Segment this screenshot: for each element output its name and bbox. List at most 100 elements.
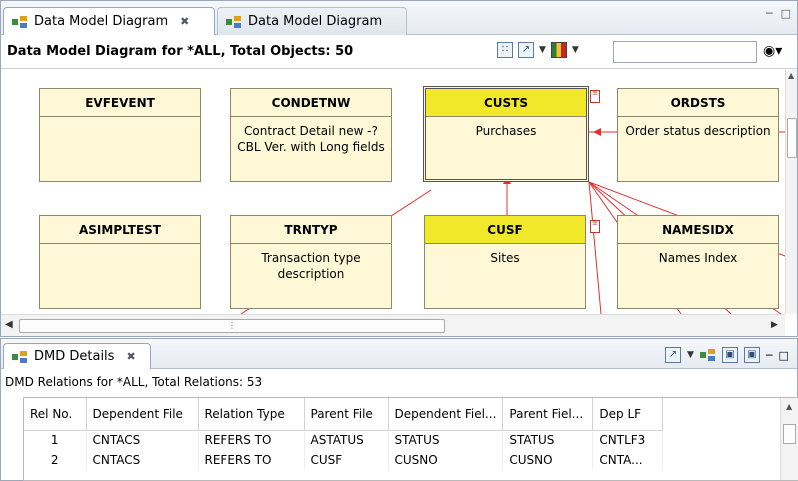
tab-label: DMD Details [34,349,115,364]
entity-name: EVFEVENT [40,89,200,117]
diagram-vertical-scrollbar[interactable]: ▲ [785,70,797,314]
entity-name: CUSTS [426,89,586,117]
entity-name: CONDETNW [231,89,391,117]
scroll-up-icon[interactable]: ▲ [786,402,792,411]
column-header[interactable]: Relation Type [198,398,305,431]
scrollbar-thumb[interactable] [787,118,797,158]
chevron-down-icon[interactable]: ▼ [572,45,579,55]
color-legend-icon[interactable] [550,42,567,58]
entity-description: Names Index [658,251,738,265]
scrollbar-thumb[interactable] [783,424,796,444]
data-model-diagram-icon [226,15,242,28]
entity-description [40,244,200,256]
minimize-icon[interactable]: ─ [766,7,773,20]
scroll-left-icon[interactable]: ◀ [5,319,13,330]
table-cell: ASTATUS [304,430,389,450]
window-buttons: ─ □ [766,7,791,20]
diagram-editor-view: Data Model Diagram ✖ Data Model Diagram … [0,0,798,337]
entity-name: CUSF [425,216,585,244]
table-cell: REFERS TO [198,450,305,470]
entity-cusf[interactable]: CUSF Sites [424,215,586,309]
save-icon[interactable]: ▣ [721,347,738,363]
diagram-header: Data Model Diagram for *ALL, Total Objec… [1,35,797,69]
entity-name: TRNTYP [231,216,391,244]
binoculars-icon[interactable]: ◉▾ [763,43,782,59]
column-header[interactable]: Parent Fiel... [502,398,594,431]
table-cell: STATUS [502,430,594,450]
document-icon[interactable]: ≡ [590,90,600,103]
layout-icon[interactable]: ∷ [497,42,513,58]
tab-dmd-details[interactable]: DMD Details ✖ [3,343,151,369]
entity-description: Contract Detail new -? CBL Ver. with Lon… [237,124,385,154]
details-toolbar: ↗ ▼ ▣ ▣ ─ □ [665,347,789,363]
tab-data-model-diagram-2[interactable]: Data Model Diagram [217,7,407,35]
entity-trntyp[interactable]: TRNTYP Transaction type description [230,215,392,309]
entity-ordsts[interactable]: ORDSTS Order status description [617,88,779,182]
column-header[interactable]: Dependent Fiel... [388,398,504,431]
entity-asimpltest[interactable]: ASIMPLTEST [39,215,201,309]
data-model-diagram-icon[interactable] [699,349,716,361]
table-cell: 2 [24,450,87,470]
scrollbar-thumb[interactable]: ⋮ [19,319,445,333]
tab-label: Data Model Diagram [34,14,169,29]
scroll-right-icon[interactable]: ▶ [771,320,778,330]
details-title: DMD Relations for *ALL, Total Relations:… [5,375,263,389]
table-cell: CNTACS [86,450,199,470]
entity-description [40,117,200,129]
table-cell: CUSF [304,450,389,470]
diagram-horizontal-scrollbar[interactable]: ◀ ⋮ ▶ [1,314,785,336]
table-row[interactable]: 1 CNTACS REFERS TO ASTATUS STATUS STATUS… [24,430,664,450]
entity-custs[interactable]: CUSTS Purchases [423,86,589,182]
table-cell: 1 [24,430,87,450]
entity-evfevent[interactable]: EVFEVENT [39,88,201,182]
details-tabbar: DMD Details ✖ ↗ ▼ ▣ ▣ ─ □ [1,339,797,369]
data-model-diagram-icon [12,15,28,28]
scroll-up-icon[interactable]: ▲ [788,71,794,80]
table-row[interactable]: 2 CNTACS REFERS TO CUSF CUSNO CUSNO CNTA… [24,450,664,470]
table-cell: CNTLF3 [592,430,664,450]
table-cell: CNTACS [86,430,199,450]
entity-name: NAMESIDX [618,216,778,244]
entity-condetnw[interactable]: CONDETNW Contract Detail new -? CBL Ver.… [230,88,392,182]
chevron-down-icon[interactable]: ▼ [539,45,546,55]
table-cell: STATUS [388,430,504,450]
table-cell: CNTA... [592,450,664,470]
entity-name: ORDSTS [618,89,778,117]
zoom-icon[interactable]: ↗ [665,347,681,363]
minimize-icon[interactable]: ─ [766,349,773,362]
entity-namesidx[interactable]: NAMESIDX Names Index [617,215,779,309]
column-header[interactable]: Dependent File [86,398,199,431]
table-cell: REFERS TO [198,430,305,450]
diagram-toolbar: ∷ ↗ ▼ ▼ [497,42,579,58]
entity-description: Purchases [475,124,537,138]
maximize-icon[interactable]: □ [779,349,789,362]
relation-line [588,181,602,314]
table-header-row: Rel No. Dependent File Relation Type Par… [24,398,664,431]
entity-description: Transaction type description [261,251,361,281]
close-icon[interactable]: ✖ [180,15,189,28]
table-cell: CUSNO [388,450,504,470]
close-icon[interactable]: ✖ [126,350,135,363]
relation-arrowhead [593,128,601,136]
zoom-icon[interactable]: ↗ [518,42,534,58]
search-input[interactable] [613,41,757,63]
document-icon[interactable]: ≡ [590,220,600,233]
entity-description: Order status description [625,124,771,138]
tab-data-model-diagram-1[interactable]: Data Model Diagram ✖ [3,7,215,35]
dmd-details-view: DMD Details ✖ ↗ ▼ ▣ ▣ ─ □ DMD Relations … [0,338,798,481]
tab-label: Data Model Diagram [248,14,383,29]
column-header[interactable]: Parent File [304,398,389,431]
diagram-canvas[interactable]: EVFEVENT CONDETNW Contract Detail new -?… [1,70,785,314]
relations-table: Rel No. Dependent File Relation Type Par… [23,397,798,481]
chevron-down-icon[interactable]: ▼ [687,350,694,360]
column-header[interactable]: Dep LF [592,398,664,431]
column-header[interactable]: Rel No. [24,398,87,431]
editor-tabbar: Data Model Diagram ✖ Data Model Diagram … [1,1,797,35]
maximize-icon[interactable]: □ [781,7,791,20]
table-cell: CUSNO [502,450,594,470]
export-icon[interactable]: ▣ [743,347,760,363]
data-model-diagram-icon [12,350,28,363]
table-vertical-scrollbar[interactable]: ▲ [780,398,798,480]
entity-name: ASIMPLTEST [40,216,200,244]
entity-description: Sites [490,251,520,265]
